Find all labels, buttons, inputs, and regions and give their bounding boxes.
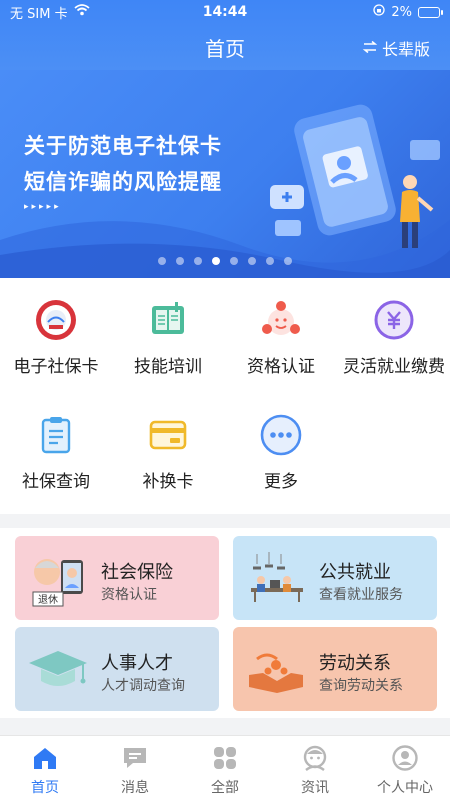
- service-label: 电子社保卡: [13, 357, 99, 377]
- service-label: 补换卡: [142, 472, 194, 492]
- elder-mode-label: 长辈版: [381, 40, 430, 59]
- elder-mode-button[interactable]: 长辈版: [362, 36, 430, 60]
- banner-carousel[interactable]: 关于防范电子社保卡 短信诈骗的风险提醒 ▸▸▸▸▸: [0, 70, 450, 278]
- carousel-indicators: [0, 257, 450, 265]
- banner-title-line1: 关于防范电子社保卡: [24, 134, 222, 158]
- service-qualification[interactable]: 资格认证: [225, 298, 337, 377]
- banner-arrows: ▸▸▸▸▸: [24, 202, 62, 212]
- service-social-card[interactable]: 电子社保卡: [0, 298, 112, 377]
- home-icon: [34, 748, 56, 769]
- carousel-dot[interactable]: [158, 257, 166, 265]
- retired-badge: 退休: [38, 594, 58, 606]
- switch-arrows-icon: [362, 39, 378, 58]
- tab-label: 消息: [121, 780, 149, 796]
- social-security-card-icon: [36, 300, 76, 340]
- card-personnel-talent[interactable]: 人事人才 人才调动查询: [15, 627, 219, 711]
- card-title: 社会保险: [101, 562, 173, 583]
- card-public-employment[interactable]: 公共就业 查看就业服务: [233, 536, 437, 620]
- card-subtitle: 查看就业服务: [319, 587, 403, 603]
- carousel-dot[interactable]: [194, 257, 202, 265]
- carousel-dot[interactable]: [230, 257, 238, 265]
- card-social-insurance[interactable]: 退休 社会保险 资格认证: [15, 536, 219, 620]
- tab-label: 首页: [31, 780, 59, 796]
- tab-label: 资讯: [301, 780, 329, 796]
- tab-messages[interactable]: 消息: [90, 736, 180, 800]
- tab-news[interactable]: 资讯: [270, 736, 360, 800]
- card-subtitle: 查询劳动关系: [319, 678, 403, 694]
- office-workers-illustration: [251, 552, 303, 602]
- grid-icon: [214, 747, 236, 769]
- service-label: 更多: [264, 472, 298, 492]
- card-title: 人事人才: [101, 653, 173, 674]
- carousel-dot[interactable]: [284, 257, 292, 265]
- service-flexible-employment[interactable]: 灵活就业缴费: [338, 298, 450, 377]
- clipboard-icon: [41, 417, 71, 454]
- handshake-icon: [249, 653, 303, 693]
- carousel-dot[interactable]: [266, 257, 274, 265]
- tab-all[interactable]: 全部: [180, 736, 270, 800]
- yuan-payment-icon: [374, 300, 414, 340]
- status-time: 14:44: [202, 4, 248, 20]
- service-card-replace[interactable]: 补换卡: [112, 413, 224, 492]
- tab-label: 全部: [211, 780, 239, 796]
- profile-icon: [392, 745, 418, 771]
- card-icon: [149, 420, 187, 450]
- face-verification-icon: [262, 301, 300, 335]
- service-skill-training[interactable]: 技能培训: [112, 298, 224, 377]
- carousel-dot[interactable]: [248, 257, 256, 265]
- service-label: 资格认证: [247, 357, 315, 377]
- carousel-dot[interactable]: [176, 257, 184, 265]
- service-social-query[interactable]: 社保查询: [0, 413, 112, 492]
- carousel-dot-active[interactable]: [212, 257, 220, 265]
- more-icon: [260, 414, 302, 456]
- top-header: 无 SIM 卡 2% 14:44 首页 长辈版: [0, 0, 450, 70]
- message-icon: [124, 748, 146, 768]
- card-subtitle: 资格认证: [101, 587, 157, 603]
- nav-bar: 首页 长辈版: [0, 24, 450, 70]
- service-label: 技能培训: [134, 357, 202, 377]
- card-title: 公共就业: [319, 562, 391, 583]
- page-title: 首页: [205, 36, 245, 61]
- training-book-icon: [152, 302, 184, 334]
- card-subtitle: 人才调动查询: [101, 678, 185, 694]
- service-label: 灵活就业缴费: [343, 357, 445, 377]
- feature-cards: 退休 社会保险 资格认证 公共就业 查看就业服务 人事人才 人才调动查询 劳动关…: [0, 528, 450, 718]
- tab-home[interactable]: 首页: [0, 736, 90, 800]
- graduation-cap-icon: [29, 651, 87, 686]
- service-more[interactable]: 更多: [225, 413, 337, 492]
- phone-illustration: [270, 104, 440, 248]
- card-labor-relations[interactable]: 劳动关系 查询劳动关系: [233, 627, 437, 711]
- news-icon: [303, 745, 327, 771]
- service-grid: 电子社保卡 技能培训 资格认证 灵活就业缴费 社保查询 补换卡 更多: [0, 278, 450, 514]
- elderly-couple-illustration: 退休: [32, 559, 83, 607]
- banner-title-line2: 短信诈骗的风险提醒: [24, 170, 222, 194]
- service-label: 社保查询: [22, 472, 90, 492]
- card-title: 劳动关系: [319, 653, 391, 674]
- tab-label: 个人中心: [377, 780, 433, 796]
- tab-profile[interactable]: 个人中心: [360, 736, 450, 800]
- bottom-tab-bar: 首页 消息 全部 资讯 个人中心: [0, 735, 450, 800]
